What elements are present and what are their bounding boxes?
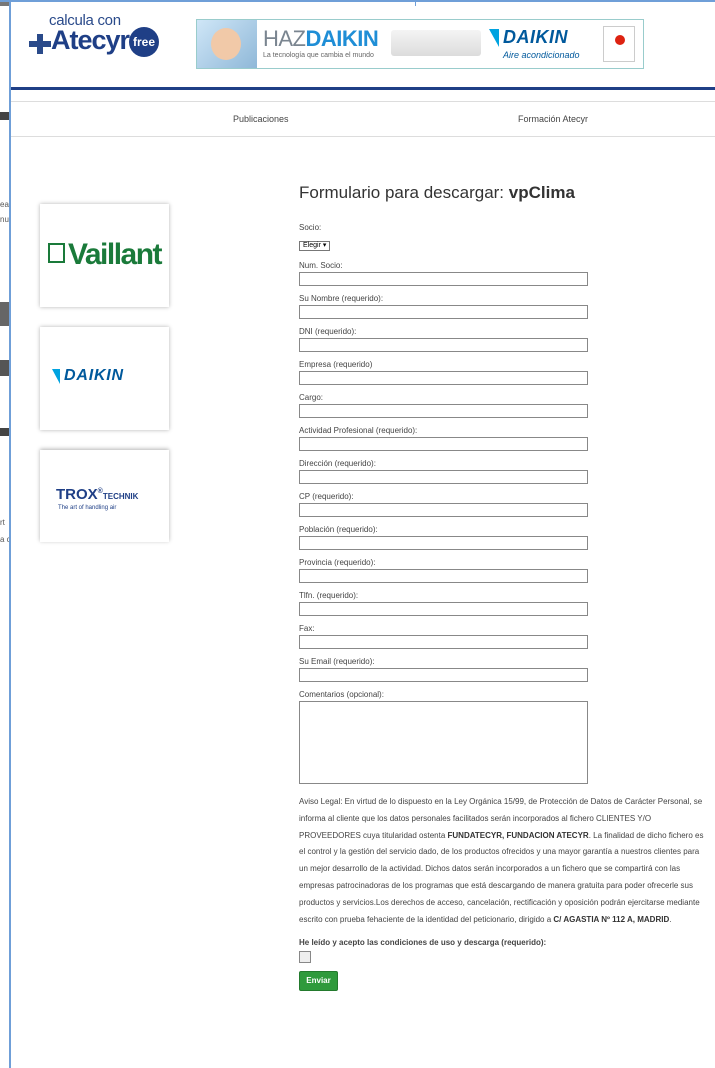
socio-select[interactable]: Elegir ▾: [299, 241, 331, 251]
nav-item-publicaciones[interactable]: Publicaciones: [233, 114, 289, 124]
nav-item-formacion[interactable]: Formación Atecyr: [518, 114, 588, 124]
banner-brand-sub: Aire acondicionado: [503, 50, 580, 60]
main-nav: Publicaciones Formación Atecyr: [11, 101, 715, 137]
background-window-strip: ea nu rt a c: [0, 0, 11, 1068]
field-label: Num. Socio:: [299, 261, 343, 270]
logo-big-text: Atecyr: [51, 25, 130, 55]
fax-input[interactable]: [299, 635, 588, 649]
agree-label: He leído y acepto las condiciones de uso…: [299, 938, 547, 948]
site-header: calcula con Atecyr free HAZDAIKIN La tec…: [11, 6, 715, 86]
header-divider: [11, 87, 715, 90]
sponsor-trox[interactable]: TROX®TECHNIK The art of handling air: [40, 450, 169, 542]
banner-headline: HAZDAIKIN: [263, 26, 379, 51]
daikin-mark-icon: [489, 29, 499, 47]
child-photo-icon: [197, 20, 257, 68]
field-label: Provincia (requerido):: [299, 558, 376, 567]
japan-flag-icon: [603, 26, 635, 62]
nombre-input[interactable]: [299, 305, 588, 319]
trox-tagline: The art of handling air: [58, 505, 117, 511]
logo-free-badge: free: [129, 27, 159, 57]
atecyr-cross-icon: [29, 34, 51, 54]
field-label: Cargo:: [299, 393, 324, 402]
daikin-mark-icon: [52, 369, 60, 384]
socio-label: Socio:: [299, 223, 322, 232]
empresa-input[interactable]: [299, 371, 588, 385]
num-socio-input[interactable]: [299, 272, 588, 286]
email-input[interactable]: [299, 668, 588, 682]
atecyr-logo[interactable]: calcula con Atecyr free: [21, 12, 171, 60]
comments-label: Comentarios (opcional):: [299, 690, 384, 699]
field-label: Dirección (requerido):: [299, 459, 376, 468]
agree-checkbox[interactable]: [299, 951, 311, 964]
vaillant-hare-icon: [48, 243, 65, 263]
sponsor-vaillant[interactable]: Vaillant: [40, 204, 169, 307]
form-title: Formulario para descargar: vpClima: [299, 183, 575, 202]
cp-input[interactable]: [299, 503, 588, 517]
provincia-input[interactable]: [299, 569, 588, 583]
field-label: Tlfn. (requerido):: [299, 591, 359, 600]
vaillant-logo: Vaillant: [48, 238, 163, 272]
comments-textarea[interactable]: [299, 701, 588, 784]
field-label: Empresa (requerido): [299, 360, 373, 369]
direccion-input[interactable]: [299, 470, 588, 484]
submit-button[interactable]: Enviar: [299, 971, 338, 992]
telefono-input[interactable]: [299, 602, 588, 616]
field-label: Fax:: [299, 624, 315, 633]
daikin-logo: DAIKIN: [489, 27, 599, 51]
field-label: Su Nombre (requerido):: [299, 294, 384, 303]
download-form: Formulario para descargar: vpClima Socio…: [299, 183, 709, 992]
air-conditioner-icon: [391, 30, 481, 56]
cargo-input[interactable]: [299, 404, 588, 418]
field-label: Población (requerido):: [299, 525, 378, 534]
field-label: Actividad Profesional (requerido):: [299, 426, 418, 435]
daikin-banner-ad[interactable]: HAZDAIKIN La tecnología que cambia el mu…: [196, 19, 644, 69]
field-label: CP (requerido):: [299, 492, 354, 501]
field-label: Su Email (requerido):: [299, 657, 375, 666]
actividad-input[interactable]: [299, 437, 588, 451]
poblacion-input[interactable]: [299, 536, 588, 550]
dni-input[interactable]: [299, 338, 588, 352]
field-label: DNI (requerido):: [299, 327, 357, 336]
trox-logo: TROX®TECHNIK: [56, 486, 139, 503]
legal-notice: Aviso Legal: En virtud de lo dispuesto e…: [299, 797, 704, 924]
sponsor-daikin[interactable]: DAIKIN: [40, 327, 169, 430]
banner-tagline: La tecnología que cambia el mundo: [263, 52, 374, 59]
